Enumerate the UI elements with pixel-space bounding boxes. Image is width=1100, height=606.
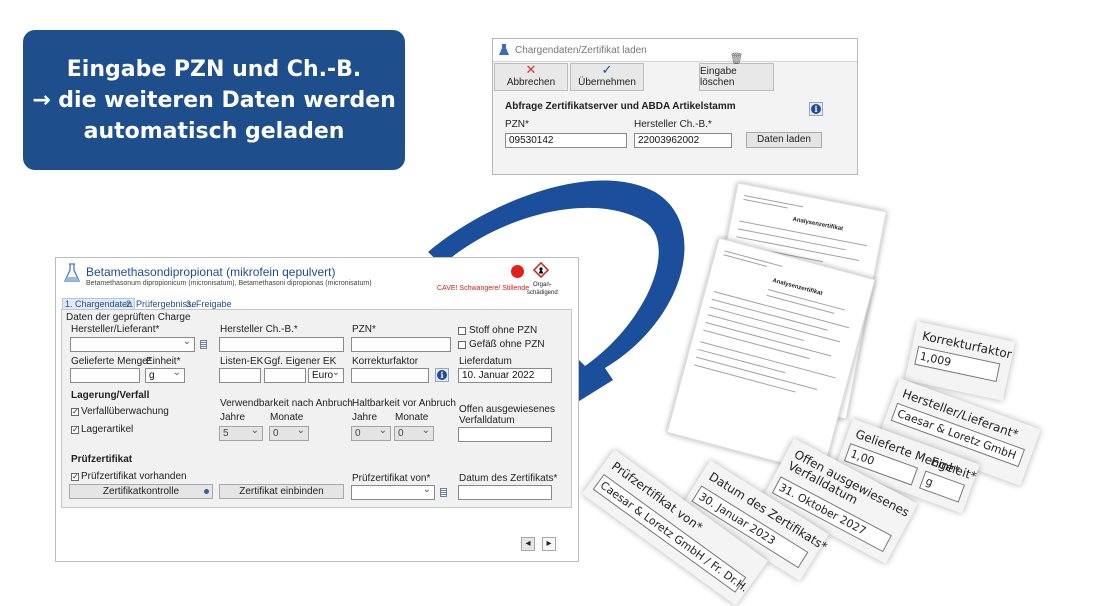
stock-item-label: Lagerartikel (81, 424, 134, 435)
storage-section-title: Lagerung/Verfall (71, 390, 150, 401)
pzn-input[interactable] (351, 337, 451, 352)
clear-input-button[interactable]: 🗑 Eingabe löschen (699, 53, 774, 91)
batch-label: Hersteller Ch.-B.* (634, 119, 712, 130)
cancel-button[interactable]: ✕ Abbrechen (494, 63, 568, 91)
certificate-date-label: Datum des Zertifikats* (459, 473, 558, 484)
shelf-life-label: Haltbarkeit vor Anbruch (352, 398, 456, 409)
list-ek-input[interactable] (219, 368, 261, 383)
group-title: Daten der geprüften Charge (66, 312, 191, 323)
manufacturer-label: Hersteller/Lieferant* (71, 324, 160, 335)
manufacturer-select[interactable] (70, 335, 195, 352)
load-data-button[interactable]: Daten laden (746, 132, 822, 148)
no-pzn-checkbox[interactable] (458, 327, 466, 335)
months-label-1: Monate (270, 412, 304, 423)
no-pzn-label: Stoff ohne PZN (469, 325, 538, 336)
years-select-1[interactable]: 5 (219, 424, 263, 441)
certificate-date-input[interactable] (458, 485, 552, 500)
close-icon: ✕ (525, 62, 537, 77)
currency-select[interactable]: Euro (308, 366, 344, 383)
list-icon[interactable] (200, 340, 207, 349)
clear-input-label: Eingabe löschen (700, 66, 737, 88)
tab-chargendaten[interactable]: 1. Chargendaten (62, 298, 136, 309)
substance-subtitle: Betamethasonum dipropionicum (micronisat… (86, 280, 372, 287)
callout-line-3: automatisch geladen (83, 118, 345, 144)
expiry-monitoring-checkbox[interactable]: ✓ (71, 408, 79, 416)
document-title-2: Analysenzertifikat (771, 277, 823, 298)
chevron-left-icon: ◂ (525, 538, 531, 549)
flask-icon (64, 263, 80, 282)
prev-page-button[interactable]: ◂ (521, 537, 535, 551)
load-dialog: Chargendaten/Zertifikat laden ✕ Abbreche… (492, 38, 858, 175)
years-label-1: Jahre (220, 412, 246, 423)
months-select-2[interactable]: 0 (394, 424, 434, 441)
own-ek-input[interactable] (264, 368, 306, 383)
months-label-2: Monate (395, 412, 429, 423)
delivered-qty-label: Gelieferte Menge* (71, 356, 152, 367)
stock-item-checkbox[interactable]: ✓ (71, 426, 79, 434)
delivery-date-label: Lieferdatum (459, 356, 512, 367)
certificate-from-select[interactable] (351, 483, 435, 500)
accept-label: Übernehmen (578, 77, 636, 88)
health-hazard-icon (533, 262, 549, 278)
list-icon[interactable] (440, 488, 447, 497)
query-section-title: Abfrage Zertifikatserver und ABDA Artike… (505, 101, 736, 112)
certificate-present-label: Prüfzertifikat vorhanden (81, 471, 187, 482)
load-dialog-title: Chargendaten/Zertifikat laden (515, 44, 647, 56)
certificate-from-label: Prüfzertifikat von* (352, 473, 431, 484)
years-label-2: Jahre (352, 412, 378, 423)
status-dot-icon (204, 489, 209, 494)
checkmark-icon: ✓ (601, 62, 613, 77)
correction-label: Korrekturfaktor (352, 356, 419, 367)
own-ek-label: Ggf. Eigener EK (264, 356, 337, 367)
callout-line-2: → die weiteren Daten werden (32, 87, 396, 113)
info-icon[interactable]: i (435, 368, 449, 382)
embed-certificate-button[interactable]: Zertifikat einbinden (219, 484, 344, 499)
open-expiry-input[interactable] (458, 427, 552, 442)
certificate-present-checkbox[interactable]: ✓ (71, 473, 79, 481)
months-select-1[interactable]: 0 (269, 424, 309, 441)
next-page-button[interactable]: ▸ (542, 537, 556, 551)
years-select-2[interactable]: 0 (351, 424, 391, 441)
document-title-1: Analysenzertifikat (791, 216, 844, 233)
load-dialog-titlebar: Chargendaten/Zertifikat laden (493, 39, 857, 62)
tab-freigabe[interactable]: 3. Freigabe (186, 299, 232, 309)
pzn-input[interactable]: 09530142 (505, 133, 627, 148)
hazard-label-2: schädigend (527, 290, 558, 296)
correction-input[interactable] (351, 368, 429, 383)
certificate-section-title: Prüfzertifikat (71, 454, 133, 465)
callout-line-1: Eingabe PZN und Ch.-B. (66, 56, 362, 82)
open-expiry-label-2: Verfalldatum (459, 415, 515, 426)
vessel-no-pzn-checkbox[interactable] (458, 341, 466, 349)
pregnancy-warning: CAVE! Schwangere/ Stillende (437, 285, 530, 292)
open-expiry-label-1: Offen ausgewiesenes (459, 404, 555, 415)
usable-after-opening-label: Verwendbarkeit nach Anbruch (220, 398, 353, 409)
substance-title: Betamethasondipropionat (mikrofein qepul… (86, 265, 336, 279)
unit-select[interactable]: g (145, 366, 185, 383)
delivered-qty-input[interactable] (70, 368, 140, 383)
pzn-label: PZN* (505, 119, 529, 130)
manufacturer-batch-label: Hersteller Ch.-B.* (220, 324, 298, 335)
vessel-no-pzn-label: Gefäß ohne PZN (469, 339, 545, 350)
manufacturer-batch-input[interactable] (219, 337, 344, 352)
trash-icon: 🗑 (729, 53, 744, 65)
list-ek-label: Listen-EK (220, 356, 264, 367)
callout-box: Eingabe PZN und Ch.-B. → die weiteren Da… (23, 30, 405, 170)
info-icon[interactable]: i (809, 102, 823, 116)
certificate-check-label: Zertifikatkontrolle (102, 486, 180, 497)
chevron-right-icon: ▸ (546, 538, 552, 549)
batch-input[interactable]: 22003962002 (634, 133, 732, 148)
hazard-label-1: Organ- (533, 282, 552, 288)
pzn-label: PZN* (352, 324, 376, 335)
expiry-monitoring-label: Verfallüberwachung (81, 406, 169, 417)
flask-icon (499, 44, 509, 55)
certificate-check-button[interactable]: Zertifikatkontrolle (69, 484, 213, 499)
cancel-label: Abbrechen (506, 77, 556, 88)
accept-button[interactable]: ✓ Übernehmen (570, 63, 644, 91)
delivery-date-input[interactable]: 10. Januar 2022 (458, 368, 552, 383)
warning-dot-icon (511, 265, 524, 278)
